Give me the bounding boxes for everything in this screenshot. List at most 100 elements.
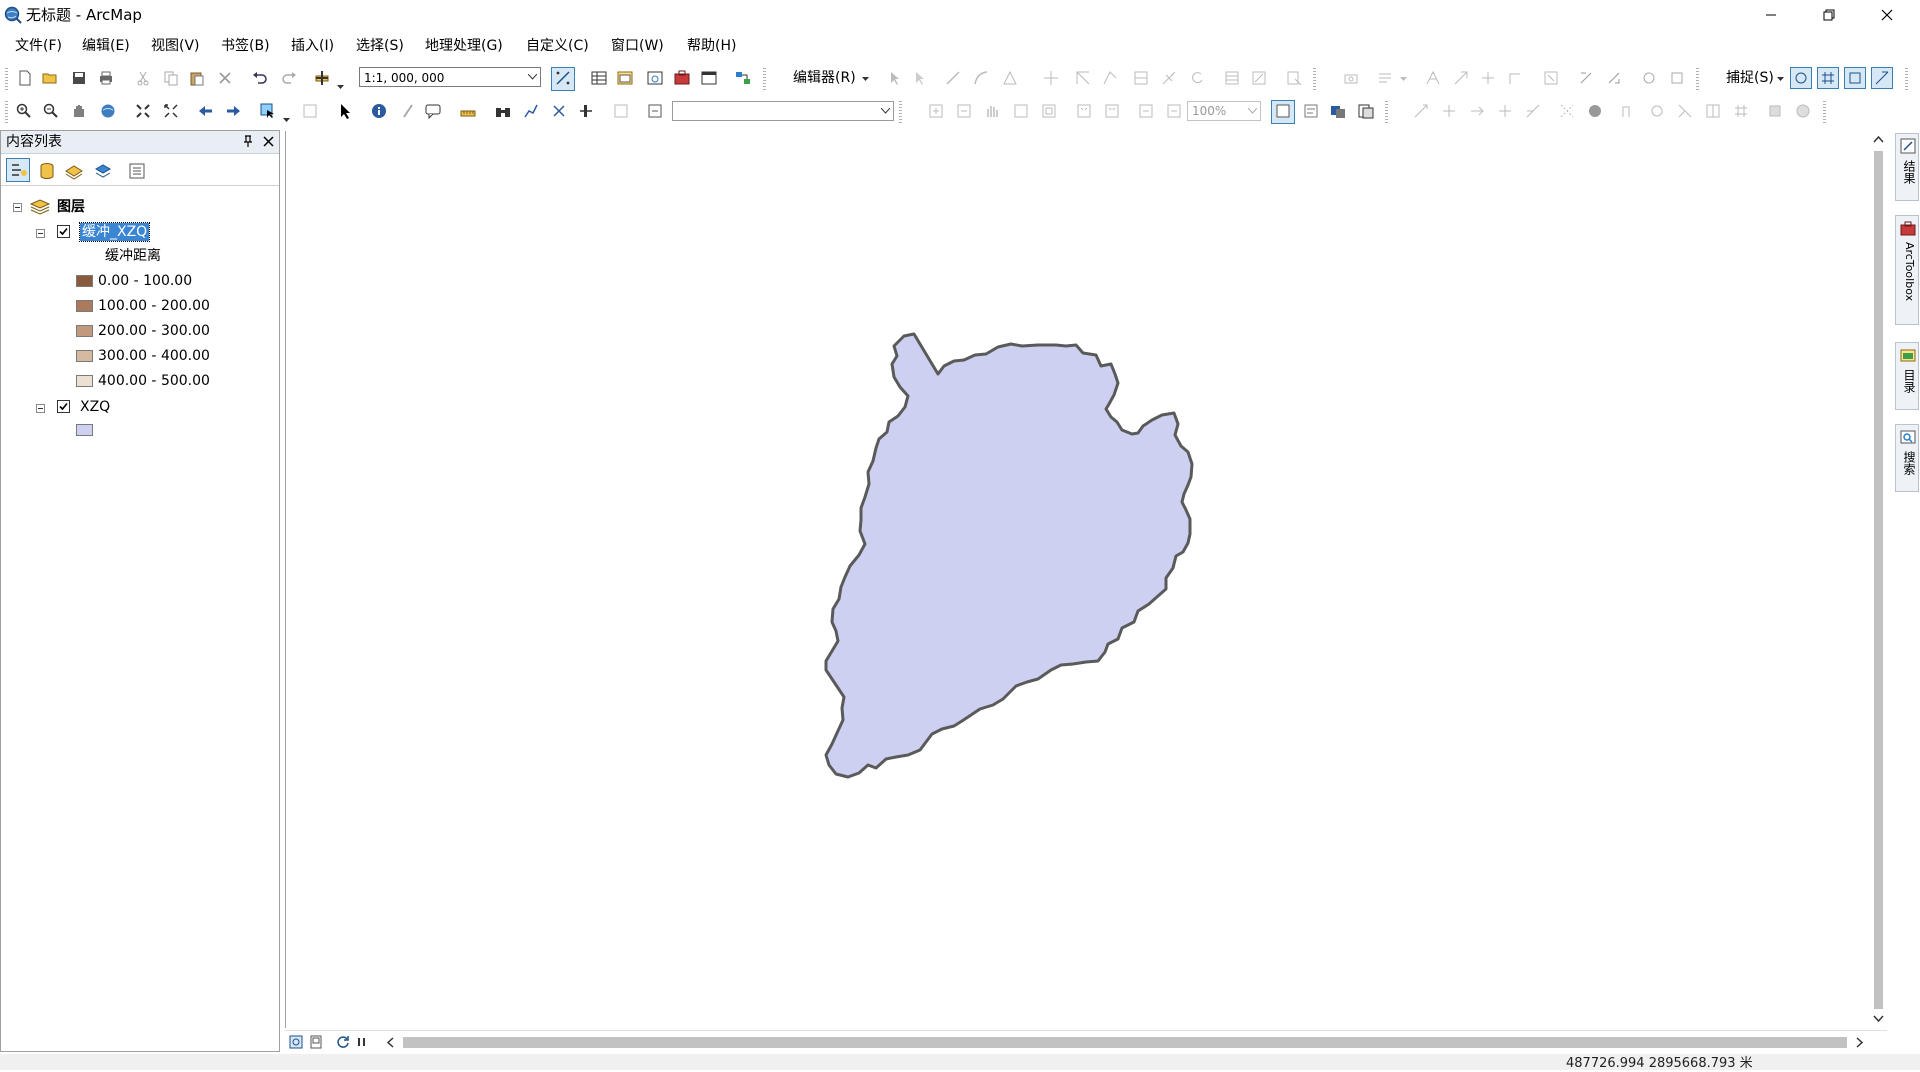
results-side-tab[interactable]: 结果	[1895, 133, 1919, 201]
save-icon[interactable]	[71, 70, 87, 86]
edit-vertices-icon[interactable]	[1075, 70, 1091, 86]
reshape-feature-icon[interactable]	[1102, 70, 1118, 86]
menu-edit[interactable]: 编辑(E)	[80, 35, 132, 57]
menu-customize[interactable]: 自定义(C)	[524, 35, 591, 57]
pin-icon[interactable]	[242, 135, 254, 148]
draw-tool-icon-2[interactable]	[1441, 103, 1457, 119]
topology-dropdown-icon[interactable]	[1400, 76, 1407, 82]
map-scale-combo[interactable]: 1:1, 000, 000	[359, 67, 541, 87]
search-window-icon[interactable]	[647, 70, 663, 86]
advanced-edit-icon-6[interactable]	[1578, 70, 1594, 86]
zoom-out-icon[interactable]	[43, 103, 59, 119]
draw-tool-icon-10[interactable]	[1677, 103, 1693, 119]
list-by-visibility-icon[interactable]	[64, 161, 84, 181]
layout-pan-icon[interactable]	[984, 103, 1000, 119]
copy-icon[interactable]	[163, 70, 179, 86]
table-window-icon[interactable]	[591, 70, 607, 86]
select-elements-icon[interactable]	[337, 103, 353, 119]
menu-insert[interactable]: 插入(I)	[289, 35, 336, 57]
select-features-icon[interactable]	[260, 103, 276, 119]
draw-tool-icon-12[interactable]	[1733, 103, 1749, 119]
advanced-edit-icon-5[interactable]	[1543, 70, 1559, 86]
layer-buffer-name[interactable]: 缓冲_XZQ	[78, 222, 151, 242]
layout-zoom-in-icon[interactable]	[928, 103, 944, 119]
clear-selection-icon[interactable]	[302, 103, 318, 119]
toc-options-icon[interactable]	[127, 161, 147, 181]
back-extent-icon[interactable]	[198, 103, 214, 119]
layout-zoom-combo[interactable]: 100%	[1187, 101, 1261, 121]
identify-icon[interactable]	[371, 103, 387, 119]
layout-zoom-100-icon[interactable]	[1041, 103, 1057, 119]
sketch-properties-icon[interactable]	[1251, 70, 1267, 86]
toolbar-grip[interactable]	[5, 101, 8, 123]
draw-tool-icon-7[interactable]	[1587, 103, 1603, 119]
forward-extent-icon[interactable]	[225, 103, 241, 119]
list-by-selection-icon[interactable]	[93, 161, 113, 181]
advanced-edit-icon-4[interactable]	[1508, 70, 1524, 86]
delete-icon[interactable]	[217, 70, 233, 86]
edit-annotation-icon[interactable]	[912, 70, 928, 86]
draw-tool-icon-3[interactable]	[1469, 103, 1485, 119]
attributes-icon[interactable]	[1224, 70, 1240, 86]
advanced-edit-icon-1[interactable]	[1425, 70, 1441, 86]
layout-zoom-whole-icon[interactable]	[1013, 103, 1029, 119]
arctoolbox-icon[interactable]	[674, 70, 690, 86]
collapse-root-toggle[interactable]	[13, 203, 22, 212]
advanced-edit-icon-3[interactable]	[1480, 70, 1496, 86]
advanced-edit-icon-7[interactable]	[1606, 70, 1622, 86]
map-display[interactable]	[285, 131, 1871, 1028]
map-vertical-scrollbar[interactable]	[1870, 131, 1887, 1028]
toolbar-grip[interactable]	[899, 101, 902, 123]
layers-root-label[interactable]: 图层	[57, 198, 85, 216]
end-point-arc-icon[interactable]	[973, 70, 989, 86]
vertical-scroll-thumb[interactable]	[1874, 151, 1883, 1009]
scroll-left-icon[interactable]	[386, 1037, 394, 1048]
chevron-down-icon[interactable]	[881, 108, 890, 114]
select-dropdown-icon[interactable]	[283, 117, 290, 123]
measure-icon[interactable]	[460, 103, 476, 119]
chevron-down-icon[interactable]	[1248, 108, 1257, 114]
undo-icon[interactable]	[252, 70, 268, 86]
create-viewer-icon[interactable]	[613, 103, 629, 119]
horizontal-scroll-thumb[interactable]	[403, 1037, 1847, 1048]
advanced-edit-icon-8[interactable]	[1641, 70, 1657, 86]
layer-xzq-name[interactable]: XZQ	[80, 398, 110, 416]
menu-geoprocessing[interactable]: 地理处理(G)	[423, 35, 505, 57]
search-side-tab[interactable]: 搜索	[1895, 424, 1919, 492]
split-tool-icon[interactable]	[1161, 70, 1177, 86]
fixed-zoom-in-icon[interactable]	[135, 103, 151, 119]
straight-segment-icon[interactable]	[945, 70, 961, 86]
menu-help[interactable]: 帮助(H)	[685, 35, 738, 57]
html-popup-icon[interactable]	[425, 103, 441, 119]
scroll-right-icon[interactable]	[1856, 1037, 1864, 1048]
editor-menu-label[interactable]: 编辑器(R)	[793, 68, 856, 88]
toolbar-grip[interactable]	[763, 68, 766, 90]
menu-bookmarks[interactable]: 书签(B)	[219, 35, 272, 57]
layout-view-icon[interactable]	[309, 1035, 323, 1049]
data-driven-pages-icon[interactable]	[1358, 103, 1374, 119]
print-icon[interactable]	[98, 70, 114, 86]
layer-combo-box[interactable]	[672, 101, 894, 121]
toolbar-grip[interactable]	[5, 68, 8, 90]
map-canvas[interactable]	[286, 131, 1871, 1028]
time-slider-icon[interactable]	[578, 103, 594, 119]
draw-tool-icon-4[interactable]	[1497, 103, 1513, 119]
open-folder-icon[interactable]	[42, 70, 58, 86]
zoom-in-icon[interactable]	[16, 103, 32, 119]
toolbar-grip[interactable]	[1905, 68, 1908, 90]
chevron-down-icon[interactable]	[528, 74, 537, 80]
collapse-layer-xzq-toggle[interactable]	[36, 404, 45, 413]
close-icon[interactable]	[263, 136, 274, 147]
draw-tool-icon-14[interactable]	[1795, 103, 1811, 119]
catalog-window-icon[interactable]	[617, 70, 633, 86]
draw-tool-icon-8[interactable]	[1621, 103, 1637, 119]
topology-icon[interactable]	[1377, 70, 1393, 86]
rotate-tool-icon[interactable]	[1189, 70, 1205, 86]
paste-icon[interactable]	[189, 70, 205, 86]
catalog-side-tab[interactable]: 目录	[1895, 342, 1919, 410]
trace-icon[interactable]	[1002, 70, 1018, 86]
add-data-icon[interactable]	[314, 70, 330, 86]
scroll-up-icon[interactable]	[1873, 135, 1884, 143]
create-features-icon[interactable]	[1286, 70, 1302, 86]
change-layout-icon[interactable]	[1330, 103, 1346, 119]
